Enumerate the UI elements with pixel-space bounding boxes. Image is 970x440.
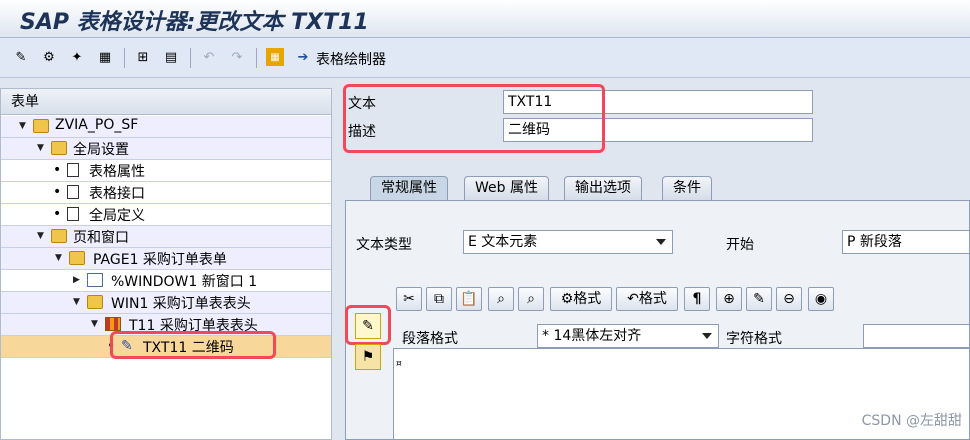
tree-node-label: 页和窗口 xyxy=(73,230,129,246)
toolbar-separator xyxy=(190,48,191,68)
format-button[interactable]: ⚙格式 xyxy=(550,287,612,311)
text-type-value: E 文本元素 xyxy=(468,234,538,250)
tree-panel: 表单 ▼ ZVIA_PO_SF ▼ 全局设置 • 表格属性 • 表格接口 • 全… xyxy=(0,88,332,440)
highlight-box xyxy=(343,84,605,153)
window-title: SAP 表格设计器:更改文本 TXT11 xyxy=(20,10,369,35)
paragraph-format-select[interactable]: * 14黑体左对齐 xyxy=(537,324,719,348)
undo-icon[interactable]: ↶ xyxy=(200,48,218,66)
title-bar: SAP 表格设计器:更改文本 TXT11 xyxy=(0,0,970,38)
folder-open-icon xyxy=(33,119,49,133)
hierarchy-icon[interactable]: ⚑ xyxy=(355,344,381,370)
undo-icon: ↶ xyxy=(627,291,639,307)
expand-arrow-icon[interactable]: ▼ xyxy=(37,231,44,241)
collapse-arrow-icon[interactable]: ▶ xyxy=(73,275,80,285)
window-icon xyxy=(87,273,103,287)
delete-line-icon[interactable]: ⊖ xyxy=(776,287,802,311)
grid-icon[interactable]: ⊞ xyxy=(134,48,152,66)
expand-arrow-icon[interactable]: ▼ xyxy=(91,319,98,329)
tree-node-page1[interactable]: ▼ PAGE1 采购订单表单 xyxy=(1,248,331,270)
layout-grid-icon[interactable]: ▦ xyxy=(266,48,284,66)
expand-arrow-icon[interactable]: ▼ xyxy=(19,121,26,131)
form-painter-button[interactable]: 表格绘制器 xyxy=(316,49,386,69)
paste-icon[interactable]: 📋 xyxy=(456,287,482,311)
toolbar: ✎ ⚙ ✦ ▦ ⊞ ▤ ↶ ↷ ▦ ➔ 表格绘制器 xyxy=(0,38,970,78)
expand-arrow-icon[interactable]: ▼ xyxy=(55,253,62,263)
format-icon: ⚙ xyxy=(560,291,574,307)
arrow-right-icon[interactable]: ➔ xyxy=(294,48,312,66)
highlight-box xyxy=(110,331,276,359)
preview-icon[interactable]: ◉ xyxy=(808,287,834,311)
document-icon[interactable]: ▤ xyxy=(162,48,180,66)
tree-node-form[interactable]: ▼ ZVIA_PO_SF xyxy=(1,116,331,138)
watermark: CSDN @左甜甜 xyxy=(861,413,962,429)
insert-line-icon[interactable]: ⊕ xyxy=(716,287,742,311)
tree-node-form-interface[interactable]: • 表格接口 xyxy=(1,182,331,204)
text-type-label: 文本类型 xyxy=(356,237,412,253)
tree-node-label: ZVIA_PO_SF xyxy=(55,117,139,133)
tab-web-attributes[interactable]: Web 属性 xyxy=(464,176,549,200)
folder-icon xyxy=(87,295,103,309)
undo-format-button[interactable]: ↶格式 xyxy=(616,287,678,311)
folder-open-icon xyxy=(51,229,67,243)
chevron-down-icon xyxy=(656,239,666,245)
format-button-label: 格式 xyxy=(573,291,602,307)
document-icon xyxy=(67,185,79,199)
bullet: • xyxy=(53,206,62,222)
toolbar-separator xyxy=(124,48,125,68)
tab-general-attributes[interactable]: 常规属性 xyxy=(370,176,448,200)
folder-open-icon xyxy=(69,251,85,265)
find-next-icon[interactable]: ⌕ xyxy=(518,287,544,311)
hierarchy-icon[interactable]: ⚙ xyxy=(40,48,58,66)
tree-node-pages-windows[interactable]: ▼ 页和窗口 xyxy=(1,226,331,248)
highlight-box xyxy=(345,305,391,345)
tree-node-window1[interactable]: ▶ %WINDOW1 新窗口 1 xyxy=(1,270,331,292)
tree-node-label: 全局定义 xyxy=(89,208,145,224)
tree-node-label: WIN1 采购订单表表头 xyxy=(111,296,251,312)
cut-icon[interactable]: ✂ xyxy=(396,287,422,311)
tree-node-global-definitions[interactable]: • 全局定义 xyxy=(1,204,331,226)
layout-icon[interactable]: ▦ xyxy=(96,48,114,66)
tree-node-label: PAGE1 采购订单表单 xyxy=(93,252,227,268)
tree-node-label: 表格接口 xyxy=(89,186,145,202)
expand-arrow-icon[interactable]: ▼ xyxy=(37,143,44,153)
folder-open-icon xyxy=(51,141,67,155)
paragraph-format-value: * 14黑体左对齐 xyxy=(542,328,642,344)
copy-icon[interactable]: ⧉ xyxy=(426,287,452,311)
paragraph-mark-button[interactable]: ¶ xyxy=(684,287,710,311)
chevron-down-icon xyxy=(702,333,712,339)
pencil-icon[interactable]: ✎ xyxy=(746,287,772,311)
bullet: • xyxy=(53,162,62,178)
cursor-marker: ¤ xyxy=(396,359,402,369)
tab-conditions[interactable]: 条件 xyxy=(662,176,712,200)
toolbar-separator xyxy=(256,48,257,68)
tree-header: 表单 xyxy=(1,89,331,115)
start-select[interactable]: P 新段落 xyxy=(842,230,970,254)
text-type-select[interactable]: E 文本元素 xyxy=(463,230,673,254)
document-icon xyxy=(67,207,79,221)
start-value: P 新段落 xyxy=(847,234,902,250)
toggle-icon[interactable]: ✎ xyxy=(12,48,30,66)
document-icon xyxy=(67,163,79,177)
char-format-label: 字符格式 xyxy=(726,331,782,347)
find-icon[interactable]: ⌕ xyxy=(488,287,514,311)
undo-format-label: 格式 xyxy=(638,291,667,307)
tree-node-label: 表格属性 xyxy=(89,164,145,180)
tree-node-global-settings[interactable]: ▼ 全局设置 xyxy=(1,138,331,160)
tree-node-label: %WINDOW1 新窗口 1 xyxy=(111,274,258,290)
tree-node-form-attributes[interactable]: • 表格属性 xyxy=(1,160,331,182)
tree-node-label: 全局设置 xyxy=(73,142,129,158)
paragraph-format-label: 段落格式 xyxy=(402,331,458,347)
table-icon xyxy=(105,317,121,331)
redo-icon[interactable]: ↷ xyxy=(228,48,246,66)
tab-output-options[interactable]: 输出选项 xyxy=(564,176,642,200)
start-label: 开始 xyxy=(726,237,754,253)
tree-node-win1[interactable]: ▼ WIN1 采购订单表表头 xyxy=(1,292,331,314)
expand-arrow-icon[interactable]: ▼ xyxy=(73,297,80,307)
bullet: • xyxy=(53,184,62,200)
char-format-select[interactable] xyxy=(863,324,970,348)
wand-icon[interactable]: ✦ xyxy=(68,48,86,66)
